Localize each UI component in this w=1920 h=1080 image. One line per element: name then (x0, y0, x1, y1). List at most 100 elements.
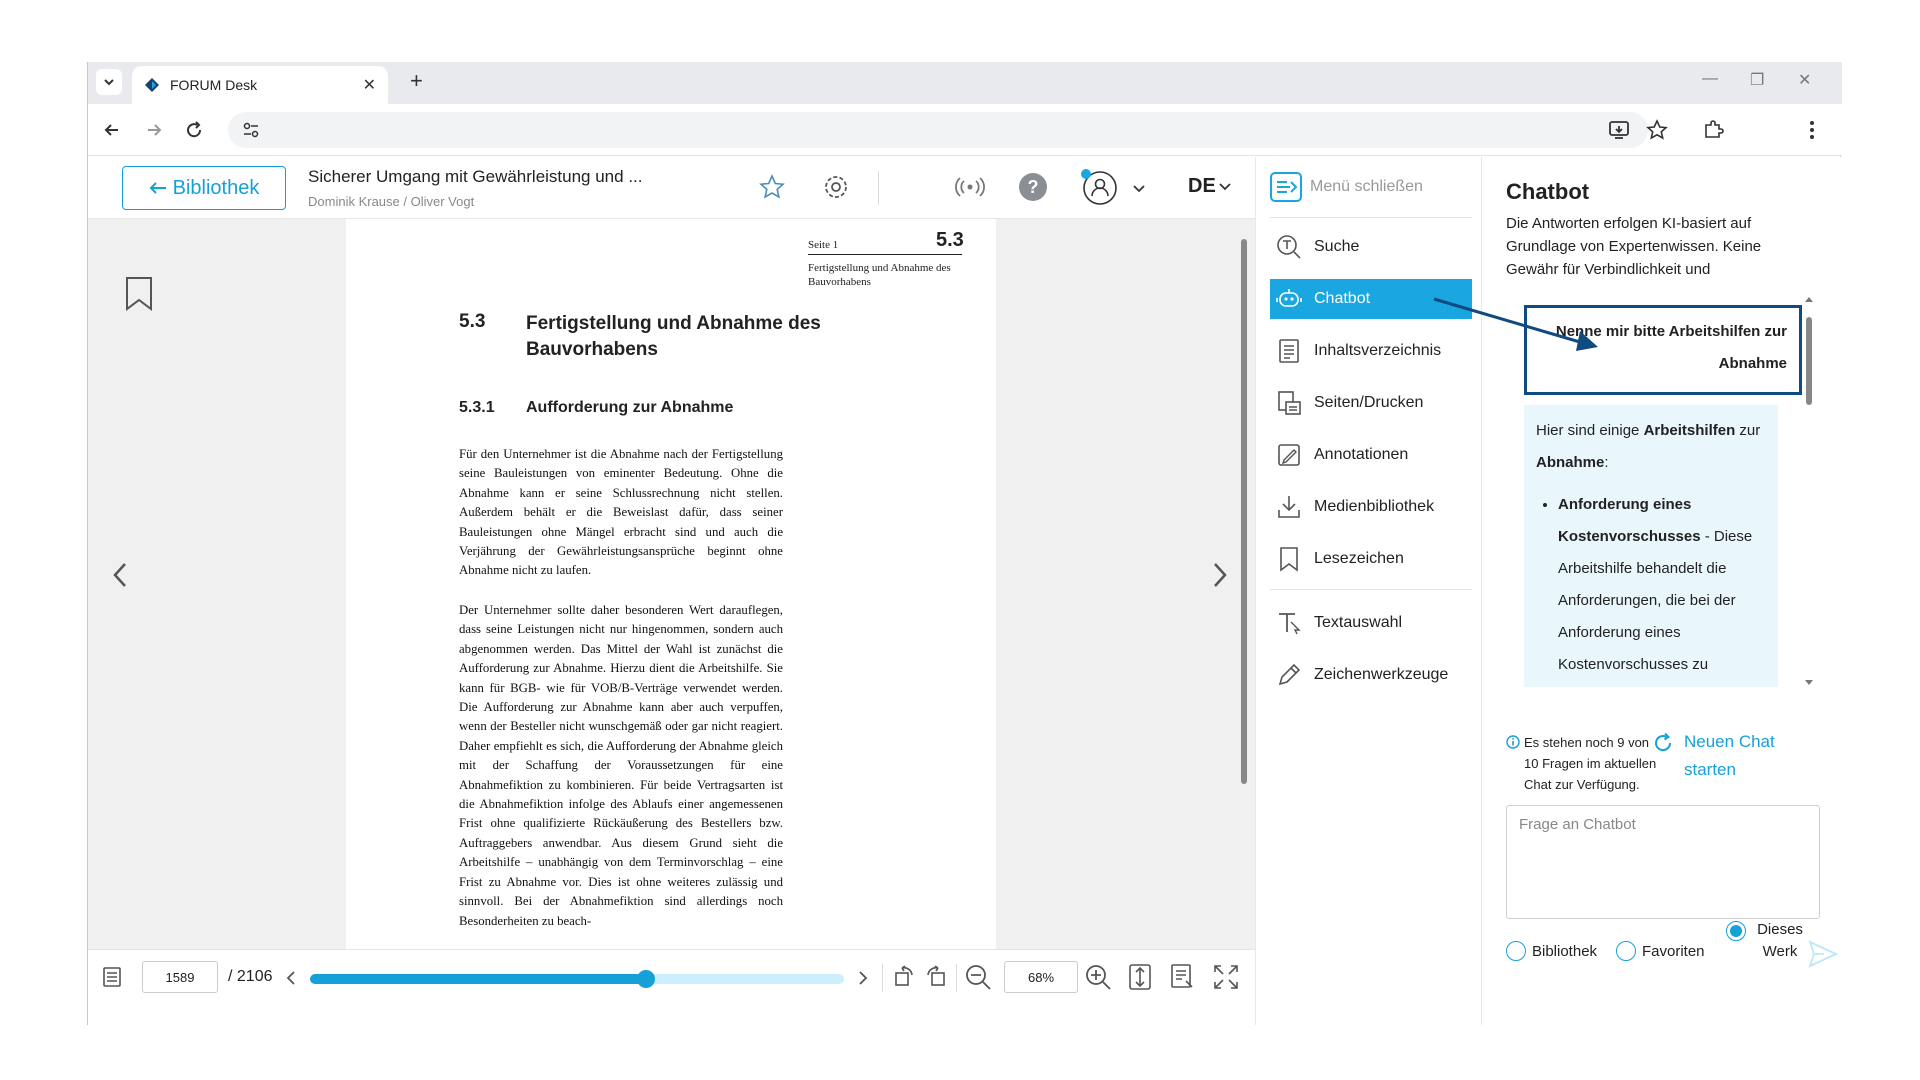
rotate-left-icon[interactable] (892, 964, 916, 988)
radio-favorites[interactable]: Favoriten (1616, 941, 1705, 961)
section-title: Fertigstellung und Abnahme des Bauvorhab… (526, 313, 821, 360)
menu-item-search[interactable]: Suche (1270, 227, 1472, 267)
minimize-button[interactable]: — (1702, 70, 1718, 88)
document-page: Seite 1 5.3 Fertigstellung und Abnahme d… (346, 219, 996, 949)
send-icon[interactable] (1808, 939, 1838, 969)
page-slider[interactable] (310, 970, 844, 988)
menu-close-icon (1270, 172, 1302, 202)
subsection-title: Aufforderung zur Abnahme (526, 399, 734, 416)
bookmark-icon[interactable] (124, 276, 154, 312)
new-tab-button[interactable]: + (410, 68, 423, 94)
search-icon (1277, 235, 1301, 259)
browser-menu-icon[interactable] (1808, 119, 1816, 141)
install-app-icon[interactable] (1608, 119, 1630, 141)
zoom-out-icon[interactable] (964, 963, 992, 991)
chatbot-disclaimer: Die Antworten erfolgen KI-basiert auf Gr… (1506, 215, 1762, 278)
page-header-section: 5.3 (936, 229, 964, 251)
extensions-icon[interactable] (1702, 119, 1724, 141)
refresh-icon (1655, 732, 1672, 752)
menu-item-bookmarks[interactable]: Lesezeichen (1270, 539, 1472, 579)
chat-scrollbar-thumb[interactable] (1806, 317, 1812, 405)
forum-desk-app: Bibliothek Sicherer Umgang mit Gewährlei… (88, 157, 1842, 1025)
page-slider-thumb[interactable] (637, 970, 656, 988)
language-selector[interactable]: DE (1188, 175, 1232, 198)
gear-icon[interactable] (822, 173, 850, 201)
chevron-right-icon[interactable] (1210, 561, 1230, 589)
address-bar[interactable] (228, 112, 1648, 148)
annotation-icon (1278, 444, 1300, 466)
text-select-icon (1279, 613, 1301, 635)
page-header-subtitle: Fertigstellung und Abnahme des Bauvorhab… (808, 262, 951, 288)
library-button[interactable]: Bibliothek (122, 166, 286, 210)
remaining-questions-info: Es stehen noch 9 von 10 Fragen im aktuel… (1524, 735, 1657, 792)
menu-item-media[interactable]: Medienbibliothek (1270, 487, 1472, 527)
page-number-input[interactable]: 1589 (142, 961, 218, 993)
menu-item-label: Lesezeichen (1314, 550, 1404, 567)
side-menu: Menü schließen Suche Chatbot Inhaltsverz… (1255, 157, 1481, 1025)
rotate-right-icon[interactable] (924, 964, 948, 988)
browser-tab[interactable]: FORUM Desk ✕ (132, 66, 388, 104)
chatbot-title: Chatbot (1506, 179, 1590, 204)
bot-list-text: - Diese Arbeitshilfe behandelt die Anfor… (1558, 528, 1753, 673)
menu-divider (1270, 217, 1472, 218)
radio-library[interactable]: Bibliothek (1506, 941, 1597, 961)
close-menu-button[interactable]: Menü schließen (1270, 167, 1423, 207)
paragraph-2: Der Unternehmer sollte daher besonderen … (459, 603, 783, 928)
new-chat-button[interactable]: Neuen Chat starten (1652, 728, 1794, 784)
menu-item-label: Zeichenwerkzeuge (1314, 666, 1449, 683)
radio-button (1506, 941, 1526, 961)
favorite-star-icon[interactable] (758, 173, 786, 201)
radio-this-work[interactable]: Dieses Werk (1726, 919, 1808, 963)
fit-height-icon[interactable] (1128, 963, 1152, 991)
close-tab-icon[interactable]: ✕ (363, 75, 376, 95)
chevron-right-icon[interactable] (858, 970, 868, 986)
close-window-button[interactable]: ✕ (1798, 70, 1811, 90)
language-label: DE (1188, 175, 1216, 197)
document-viewer[interactable]: Seite 1 5.3 Fertigstellung und Abnahme d… (88, 219, 1255, 949)
site-settings-icon[interactable] (242, 121, 260, 139)
radio-label: Bibliothek (1532, 942, 1598, 960)
menu-item-text-select[interactable]: Textauswahl (1270, 603, 1472, 643)
forward-arrow-icon[interactable] (144, 120, 164, 140)
star-icon[interactable] (1646, 119, 1668, 141)
user-avatar-icon[interactable] (1078, 167, 1118, 207)
subsection-number: 5.3.1 (459, 399, 495, 416)
annotation-arrow-icon (1433, 297, 1598, 351)
menu-item-drawing[interactable]: Zeichenwerkzeuge (1270, 655, 1472, 695)
back-arrow-icon[interactable] (102, 120, 122, 140)
print-icon (1278, 391, 1301, 415)
chevron-left-icon[interactable] (110, 561, 130, 589)
menu-item-print[interactable]: Seiten/Drucken (1270, 383, 1472, 423)
zoom-level-input[interactable]: 68% (1004, 961, 1078, 993)
menu-item-label: Suche (1314, 238, 1360, 255)
bot-list-title[interactable]: Anforderung eines Kostenvorschusses (1558, 496, 1701, 545)
help-icon[interactable]: ? (1018, 172, 1048, 202)
page-slider-fill (310, 974, 647, 984)
viewer-scrollbar[interactable] (1241, 239, 1247, 784)
download-icon (1278, 496, 1300, 518)
menu-item-label: Textauswahl (1314, 614, 1403, 631)
scroll-down-icon[interactable] (1804, 679, 1814, 687)
bot-text: zur (1735, 422, 1761, 439)
scroll-up-icon[interactable] (1804, 295, 1814, 303)
fullscreen-icon[interactable] (1212, 963, 1240, 991)
reload-icon[interactable] (184, 120, 204, 140)
radio-button-selected (1726, 921, 1746, 941)
menu-item-annotations[interactable]: Annotationen (1270, 435, 1472, 475)
restore-button[interactable]: ❐ (1750, 70, 1764, 90)
arrow-left-icon (149, 182, 166, 194)
info-icon (1506, 735, 1520, 749)
thumbnails-icon[interactable] (102, 966, 122, 988)
page-total: / 2106 (228, 968, 273, 985)
broadcast-icon[interactable] (954, 175, 986, 199)
reading-mode-icon[interactable] (1170, 963, 1196, 991)
bot-text: : (1604, 454, 1609, 471)
tab-search-button[interactable] (96, 69, 122, 95)
zoom-in-icon[interactable] (1084, 963, 1112, 991)
chat-question-input[interactable]: Frage an Chatbot (1506, 805, 1820, 919)
radio-label: Favoriten (1642, 942, 1705, 960)
chevron-down-icon (104, 79, 114, 86)
chevron-left-icon[interactable] (286, 970, 296, 986)
chat-scrollbar[interactable] (1805, 297, 1813, 685)
chevron-down-icon[interactable] (1132, 184, 1146, 194)
